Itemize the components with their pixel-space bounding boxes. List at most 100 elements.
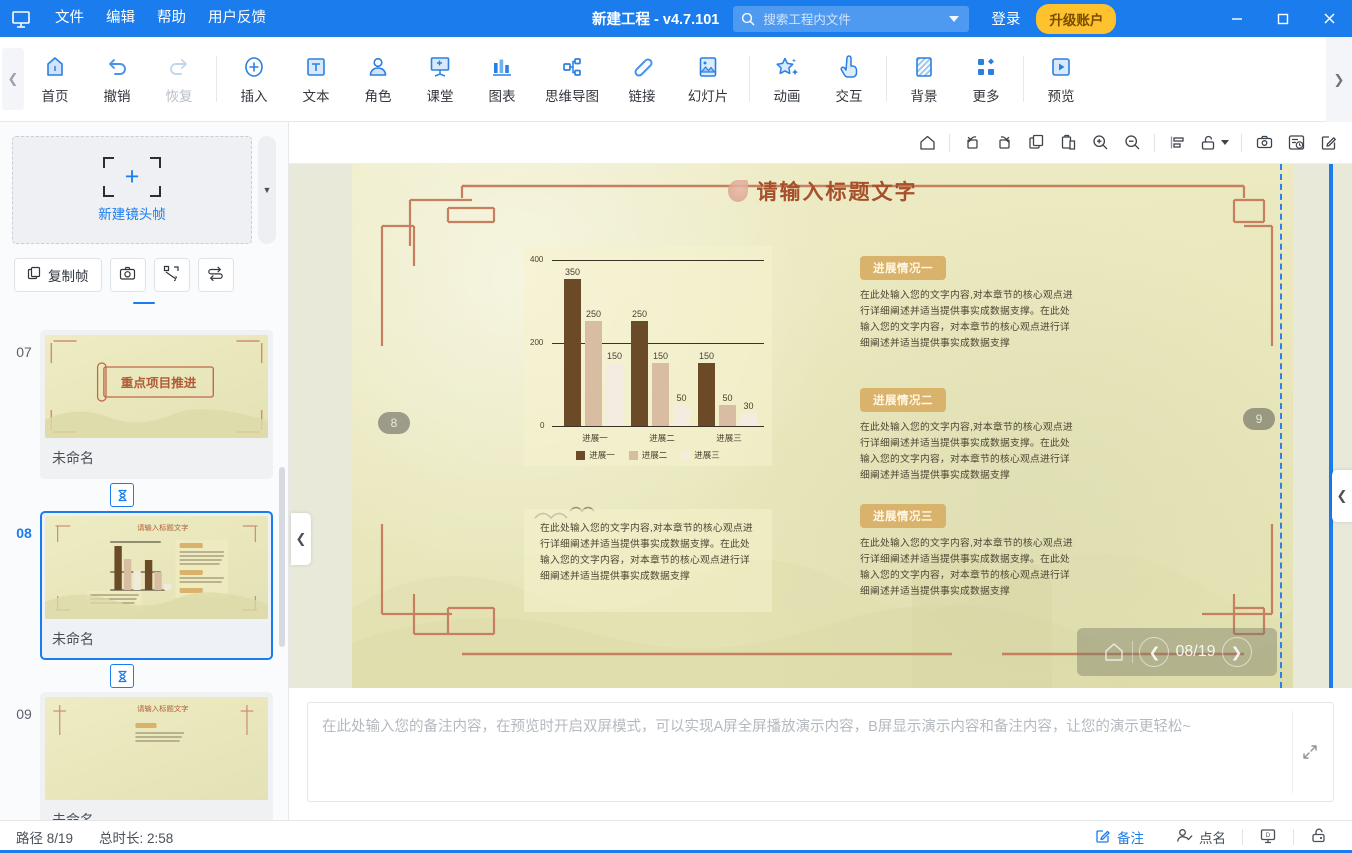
- ribbon-label: 文本: [302, 88, 330, 104]
- roll-call-button[interactable]: 点名: [1160, 821, 1242, 853]
- sidebar-scrollbar[interactable]: [279, 467, 285, 647]
- caret-down-icon[interactable]: ▼: [258, 136, 276, 244]
- dual-screen-button[interactable]: D: [1243, 821, 1293, 853]
- ribbon-item-preview[interactable]: 预览: [1030, 44, 1092, 114]
- ribbon-item-background[interactable]: 背景: [893, 44, 955, 114]
- undo-icon: [104, 54, 130, 80]
- canvas-toolbar: [289, 122, 1352, 164]
- page-badge-next[interactable]: 9: [1243, 408, 1275, 430]
- progress-block-3[interactable]: 进展情况三 在此处输入您的文字内容,对本章节的核心观点进行详细阐述并适当提供事实…: [860, 504, 1076, 599]
- slide-card[interactable]: 重点项目推进 未命名: [40, 330, 273, 479]
- collapse-left-panel-button[interactable]: ❮: [291, 513, 311, 565]
- ribbon-item-insert[interactable]: 插入: [223, 44, 285, 114]
- ribbon-item-slide[interactable]: 幻灯片: [673, 44, 743, 114]
- minimize-icon[interactable]: [1214, 0, 1260, 37]
- summary-text-block[interactable]: 在此处输入您的文字内容,对本章节的核心观点进行详细阐述并适当提供事实成数据支撑。…: [524, 509, 772, 612]
- edit-square-icon[interactable]: [1312, 128, 1344, 158]
- whiteboard-icon: [427, 54, 453, 80]
- maximize-icon[interactable]: [1260, 0, 1306, 37]
- slide-thumbnail: 请输入标题文字: [45, 516, 268, 619]
- zoom-in-icon[interactable]: [1084, 128, 1116, 158]
- rotate-left-icon[interactable]: [956, 128, 988, 158]
- ribbon-item-animation[interactable]: 动画: [756, 44, 818, 114]
- home-outline-icon[interactable]: [911, 128, 943, 158]
- reorder-button[interactable]: [197, 258, 234, 292]
- bar-value: 150: [606, 351, 623, 361]
- arrow-left-icon[interactable]: ❮: [1139, 637, 1170, 667]
- hourglass-icon[interactable]: [110, 664, 134, 688]
- close-icon[interactable]: [1306, 0, 1352, 37]
- reorder-icon: [207, 265, 224, 285]
- fit-frame-button[interactable]: [153, 258, 190, 292]
- chart-legend: 进展一 进展二 进展三: [524, 449, 772, 461]
- paste-icon[interactable]: [1052, 128, 1084, 158]
- ribbon-label: 图表: [488, 88, 516, 104]
- ribbon-item-home[interactable]: 首页: [24, 44, 86, 114]
- collapse-right-panel-button[interactable]: ❮: [1332, 470, 1352, 522]
- lock-open-icon[interactable]: [1193, 128, 1235, 158]
- menu-edit[interactable]: 编辑: [95, 0, 146, 37]
- ribbon-item-text[interactable]: 文本: [285, 44, 347, 114]
- ribbon-item-chart[interactable]: 图表: [471, 44, 533, 114]
- align-icon[interactable]: [1161, 128, 1193, 158]
- ribbon-expand-right-icon[interactable]: ❯: [1326, 37, 1352, 122]
- ribbon-item-role[interactable]: 角色: [347, 44, 409, 114]
- progress-block-2[interactable]: 进展情况二 在此处输入您的文字内容,对本章节的核心观点进行详细阐述并适当提供事实…: [860, 388, 1076, 483]
- canvas-stage[interactable]: 请输入标题文字 400 200 0 350 250 150 250 150 50…: [289, 164, 1352, 688]
- ribbon-collapse-left-icon[interactable]: ❮: [2, 48, 24, 110]
- ribbon-item-classroom[interactable]: 课堂: [409, 44, 471, 114]
- home-outline-icon[interactable]: [1102, 640, 1126, 664]
- slide-title-group[interactable]: 请输入标题文字: [727, 176, 918, 206]
- ribbon-group-3: 动画 交互: [756, 37, 880, 121]
- slide-card[interactable]: 请输入标题文字 未命名: [40, 692, 273, 820]
- note-edit-icon: [1095, 828, 1111, 847]
- arrow-right-icon[interactable]: ❯: [1221, 637, 1252, 667]
- ribbon-item-interaction[interactable]: 交互: [818, 44, 880, 114]
- copy-frame-button[interactable]: 复制帧: [14, 258, 102, 292]
- copy-frame-icon: [27, 266, 42, 284]
- add-frame-icon: +: [103, 157, 161, 197]
- caret-down-icon[interactable]: [1221, 140, 1229, 145]
- slide-canvas[interactable]: 请输入标题文字 400 200 0 350 250 150 250 150 50…: [352, 164, 1293, 688]
- ribbon-item-more[interactable]: 更多: [955, 44, 1017, 114]
- ribbon-group-5: 预览: [1030, 37, 1092, 121]
- login-button[interactable]: 登录: [991, 8, 1020, 29]
- status-badge: 进展情况一: [860, 256, 946, 280]
- menu-feedback[interactable]: 用户反馈: [197, 0, 277, 37]
- lock-button[interactable]: [1294, 821, 1344, 853]
- chart-container[interactable]: 400 200 0 350 250 150 250 150 50 150 50 …: [524, 246, 772, 466]
- list-item[interactable]: 07 重点项目推进 未命名: [0, 330, 288, 479]
- status-bar: 路径 8/19 总时长: 2:58 备注 点名 D: [0, 820, 1352, 853]
- upgrade-account-button[interactable]: 升级账户: [1036, 3, 1117, 34]
- rotate-right-icon[interactable]: [988, 128, 1020, 158]
- new-frame-button[interactable]: + 新建镜头帧: [12, 136, 252, 244]
- bar-group-1: 350 250 150: [562, 246, 628, 426]
- zoom-out-icon[interactable]: [1116, 128, 1148, 158]
- page-badge-prev[interactable]: 8: [378, 412, 410, 434]
- slide-name: 未命名: [52, 631, 94, 647]
- hourglass-icon[interactable]: [110, 483, 134, 507]
- menu-help[interactable]: 帮助: [146, 0, 197, 37]
- search-input[interactable]: 搜索工程内文件: [733, 5, 970, 32]
- camera-button[interactable]: [109, 258, 146, 292]
- menu-file[interactable]: 文件: [44, 0, 95, 37]
- redo-icon: [166, 54, 192, 80]
- legend-item: 进展三: [681, 449, 720, 461]
- notes-toggle-button[interactable]: 备注: [1079, 821, 1160, 853]
- chevron-down-icon[interactable]: [949, 15, 960, 22]
- ribbon-item-redo[interactable]: 恢复: [148, 44, 210, 114]
- notes-input[interactable]: 在此处输入您的备注内容，在预览时开启双屏模式，可以实现A屏全屏播放演示内容，B屏…: [307, 702, 1334, 802]
- slide-card[interactable]: 请输入标题文字 未命名: [40, 511, 273, 660]
- ribbon-item-undo[interactable]: 撤销: [86, 44, 148, 114]
- ribbon-item-link[interactable]: 链接: [611, 44, 673, 114]
- ribbon-label: 插入: [240, 88, 268, 104]
- copy-icon[interactable]: [1020, 128, 1052, 158]
- ribbon-separator: [216, 56, 217, 102]
- ribbon-item-mindmap[interactable]: 思维导图: [533, 44, 611, 114]
- expand-diagonal-icon[interactable]: [1301, 743, 1319, 761]
- progress-block-1[interactable]: 进展情况一 在此处输入您的文字内容,对本章节的核心观点进行详细阐述并适当提供事实…: [860, 256, 1076, 351]
- list-item[interactable]: 09 请输入标题文字 未命名: [0, 692, 288, 820]
- list-item[interactable]: 08 请输入标题文字 未命名: [0, 511, 288, 660]
- record-list-icon[interactable]: [1280, 128, 1312, 158]
- snapshot-icon[interactable]: [1248, 128, 1280, 158]
